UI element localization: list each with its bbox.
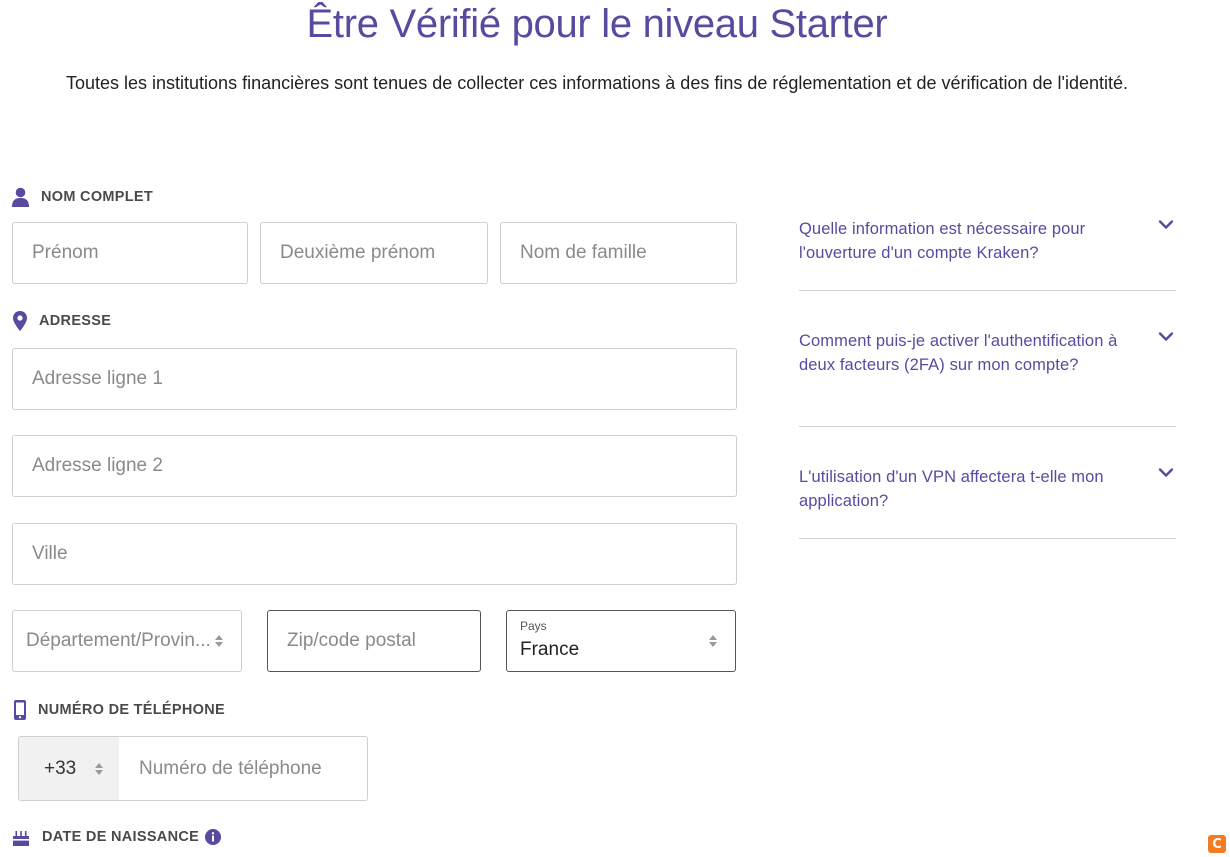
extension-badge-icon[interactable]: C <box>1208 835 1226 853</box>
country-label: Pays <box>520 619 547 633</box>
phone-field-group: +33 Numéro de téléphone <box>18 736 368 801</box>
country-code-select[interactable]: +33 <box>19 737 119 800</box>
info-icon[interactable] <box>205 829 222 845</box>
middle-name-input[interactable]: Deuxième prénom <box>260 222 488 284</box>
faq-question: Comment puis-je activer l'authentificati… <box>799 332 1118 374</box>
page-subtitle: Toutes les institutions financières sont… <box>65 73 1129 93</box>
chevron-down-icon <box>1158 465 1174 484</box>
address-line2-input[interactable]: Adresse ligne 2 <box>12 435 737 497</box>
address-line1-input[interactable]: Adresse ligne 1 <box>12 348 737 410</box>
user-icon <box>12 187 29 207</box>
mobile-phone-icon <box>14 700 26 720</box>
city-input[interactable]: Ville <box>12 523 737 585</box>
sort-arrows-icon <box>215 635 223 647</box>
faq-question: L'utilisation d'un VPN affectera t-elle … <box>799 468 1104 510</box>
chevron-down-icon <box>1158 217 1174 236</box>
sort-arrows-icon <box>709 635 717 647</box>
section-label-birth: DATE DE NAISSANCE <box>12 828 222 846</box>
birthday-cake-icon <box>12 828 30 846</box>
phone-number-input[interactable]: Numéro de téléphone <box>119 737 367 800</box>
last-name-input[interactable]: Nom de famille <box>500 222 737 284</box>
country-select[interactable]: Pays France <box>506 610 736 672</box>
first-name-input[interactable]: Prénom <box>12 222 248 284</box>
map-pin-icon <box>13 311 27 331</box>
section-label-address: ADRESSE <box>13 311 111 331</box>
faq-item[interactable]: Quelle information est nécessaire pour l… <box>799 217 1176 291</box>
zip-input[interactable]: Zip/code postal <box>267 610 481 672</box>
page-title: Être Vérifié pour le niveau Starter <box>306 2 888 46</box>
faq-question: Quelle information est nécessaire pour l… <box>799 220 1086 262</box>
section-label-phone: NUMÉRO DE TÉLÉPHONE <box>14 700 225 720</box>
section-label-name: NOM COMPLET <box>12 187 153 207</box>
faq-item[interactable]: Comment puis-je activer l'authentificati… <box>799 329 1176 427</box>
state-select[interactable]: Département/Provin... <box>12 610 242 672</box>
faq-item[interactable]: L'utilisation d'un VPN affectera t-elle … <box>799 465 1176 539</box>
sort-arrows-icon <box>95 762 103 775</box>
country-value: France <box>520 639 580 660</box>
chevron-down-icon <box>1158 329 1174 348</box>
